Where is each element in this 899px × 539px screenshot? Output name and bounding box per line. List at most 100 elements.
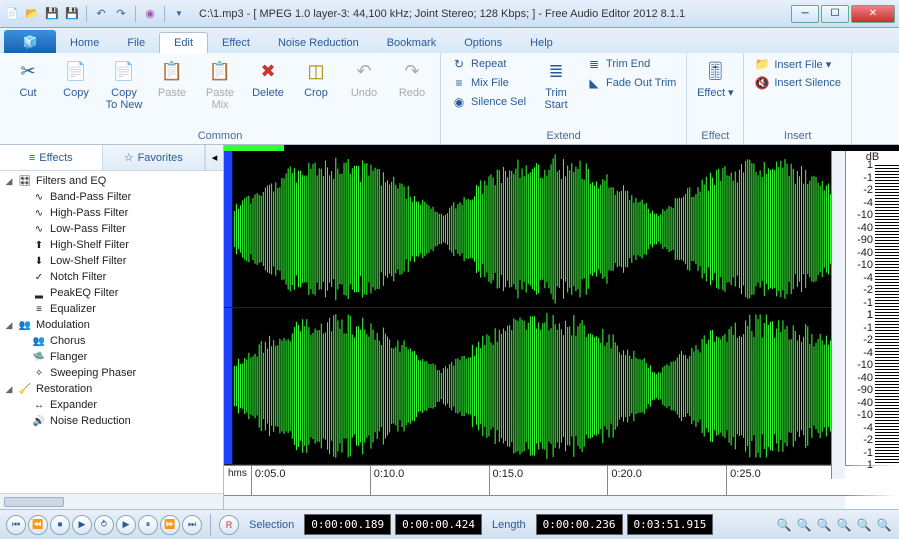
tree-item-equalizer[interactable]: ≡Equalizer: [2, 301, 221, 317]
tree-category-filters-and-eq[interactable]: ◢🎛Filters and EQ: [2, 173, 221, 189]
ffwd-button[interactable]: ⏩: [160, 515, 180, 535]
db-label: 1: [848, 459, 873, 471]
repeat-button[interactable]: ↻Repeat: [447, 55, 530, 73]
waveform-channel-left[interactable]: [224, 151, 845, 308]
zoom-v-out-button[interactable]: 🔍: [875, 516, 893, 534]
time-tick: 0:15.0: [489, 466, 608, 495]
cut-button-icon: ✂: [14, 57, 42, 85]
zoom-in-button[interactable]: 🔍: [775, 516, 793, 534]
delete-button[interactable]: ✖Delete: [246, 55, 290, 101]
sidebar-hscrollbar[interactable]: [0, 493, 223, 509]
db-label: -4: [848, 197, 873, 209]
maximize-button[interactable]: ☐: [821, 5, 849, 23]
tree-item-expander[interactable]: ↔Expander: [2, 397, 221, 413]
save-file-icon[interactable]: 💾: [44, 6, 60, 22]
redo-icon[interactable]: ↷: [113, 6, 129, 22]
tree-item-flanger[interactable]: 🛸Flanger: [2, 349, 221, 365]
menu-tab-home[interactable]: Home: [56, 33, 113, 53]
effects-tab[interactable]: ≡Effects: [0, 145, 103, 170]
copy-to-new-button[interactable]: 📄Copy To New: [102, 55, 146, 113]
insert-silence-button-label: Insert Silence: [774, 77, 841, 89]
menu-tab-edit[interactable]: Edit: [159, 32, 208, 53]
undo-icon[interactable]: ↶: [93, 6, 109, 22]
tree-item-noise-reduction[interactable]: 🔊Noise Reduction: [2, 413, 221, 429]
tree-item-sweeping-phaser[interactable]: ✧Sweeping Phaser: [2, 365, 221, 381]
pause-button[interactable]: ⏸: [138, 515, 158, 535]
tree-item-low-shelf-filter[interactable]: ⬇Low-Shelf Filter: [2, 253, 221, 269]
waveform-area[interactable]: dB 1-1-2-4-10-40-90-40-10-4-2-11 1-1-2-4…: [224, 145, 899, 509]
quick-access-toolbar: 📄 📂 💾 💾 ↶ ↷ ◉ ▼: [4, 6, 187, 22]
save-all-icon[interactable]: 💾: [64, 6, 80, 22]
tree-item-low-pass-filter[interactable]: ∿Low-Pass Filter: [2, 221, 221, 237]
start-button[interactable]: ⏮: [6, 515, 26, 535]
play-sel-button[interactable]: ▶: [116, 515, 136, 535]
rew-button[interactable]: ⏪: [28, 515, 48, 535]
db-label: -2: [848, 284, 873, 296]
stop-button[interactable]: ⏹: [50, 515, 70, 535]
collapse-icon[interactable]: ◢: [4, 384, 14, 395]
paste-button: 📋Paste: [150, 55, 194, 101]
db-label: -10: [848, 209, 873, 221]
menu-tab-bookmark[interactable]: Bookmark: [373, 33, 451, 53]
waveform-hscrollbar[interactable]: [224, 495, 899, 509]
record-button[interactable]: R: [219, 515, 239, 535]
waveform-vscrollbar[interactable]: [831, 151, 845, 479]
insert-file-button[interactable]: 📁Insert File ▾: [750, 55, 845, 73]
minimize-button[interactable]: ─: [791, 5, 819, 23]
menu-tab-help[interactable]: Help: [516, 33, 567, 53]
db-label: -1: [848, 172, 873, 184]
open-file-icon[interactable]: 📂: [24, 6, 40, 22]
menu-tab-options[interactable]: Options: [450, 33, 516, 53]
favorites-tab[interactable]: ☆Favorites: [103, 145, 206, 170]
tree-item-notch-filter[interactable]: ✓Notch Filter: [2, 269, 221, 285]
play-loop-button[interactable]: ⥁: [94, 515, 114, 535]
paste-button-label: Paste: [158, 87, 186, 99]
fade-out-trim-button-label: Fade Out Trim: [606, 77, 676, 89]
cut-button[interactable]: ✂Cut: [6, 55, 50, 101]
insert-silence-button[interactable]: 🔇Insert Silence: [750, 74, 845, 92]
silence-sel-button[interactable]: ◉Silence Sel: [447, 93, 530, 111]
effects-tree[interactable]: ◢🎛Filters and EQ∿Band-Pass Filter∿High-P…: [0, 171, 223, 493]
crop-button[interactable]: ◫Crop: [294, 55, 338, 101]
db-label: 1: [848, 309, 873, 321]
tree-category-restoration[interactable]: ◢🧹Restoration: [2, 381, 221, 397]
effect-button[interactable]: 🎚Effect ▾: [693, 55, 737, 101]
dropdown-icon[interactable]: ▼: [171, 6, 187, 22]
trim-end-button[interactable]: ≣Trim End: [582, 55, 680, 73]
undo-button: ↶Undo: [342, 55, 386, 101]
tree-item-band-pass-filter[interactable]: ∿Band-Pass Filter: [2, 189, 221, 205]
menu-tab-file[interactable]: File: [113, 33, 159, 53]
collapse-icon[interactable]: ◢: [4, 320, 14, 331]
trim-start-button[interactable]: ≣Trim Start: [534, 55, 578, 113]
zoom-sel-button[interactable]: 🔍: [815, 516, 833, 534]
new-file-icon[interactable]: 📄: [4, 6, 20, 22]
collapse-sidebar-button[interactable]: ◂: [205, 145, 223, 170]
zoom-v-in-button[interactable]: 🔍: [855, 516, 873, 534]
ribbon-group-title: Common: [6, 129, 434, 144]
cd-icon[interactable]: ◉: [142, 6, 158, 22]
waveform-channel-right[interactable]: [224, 308, 845, 465]
close-button[interactable]: ✕: [851, 5, 895, 23]
copy-to-new-button-icon: 📄: [110, 57, 138, 85]
tree-item-high-pass-filter[interactable]: ∿High-Pass Filter: [2, 205, 221, 221]
tree-item-peakeq-filter[interactable]: ▂PeakEQ Filter: [2, 285, 221, 301]
mix-file-button[interactable]: ≡Mix File: [447, 74, 530, 92]
collapse-icon[interactable]: ◢: [4, 176, 14, 187]
tree-item-high-shelf-filter[interactable]: ⬆High-Shelf Filter: [2, 237, 221, 253]
tree-category-modulation[interactable]: ◢👥Modulation: [2, 317, 221, 333]
menu-tab-noise-reduction[interactable]: Noise Reduction: [264, 33, 373, 53]
zoom-full-button[interactable]: 🔍: [835, 516, 853, 534]
zoom-out-button[interactable]: 🔍: [795, 516, 813, 534]
copy-button[interactable]: 📄Copy: [54, 55, 98, 101]
db-label: -90: [848, 384, 873, 396]
time-ruler[interactable]: hms 0:05.00:10.00:15.00:20.00:25.0: [224, 465, 899, 495]
window-title: C:\1.mp3 - [ MPEG 1.0 layer-3: 44,100 kH…: [199, 8, 791, 20]
fade-out-trim-button[interactable]: ◣Fade Out Trim: [582, 74, 680, 92]
app-button[interactable]: 🧊: [4, 30, 56, 53]
time-tick: 0:10.0: [370, 466, 489, 495]
tree-item-chorus[interactable]: 👥Chorus: [2, 333, 221, 349]
end-button[interactable]: ⏭: [182, 515, 202, 535]
menu-tab-effect[interactable]: Effect: [208, 33, 264, 53]
crop-button-label: Crop: [304, 87, 328, 99]
play-button[interactable]: ▶: [72, 515, 92, 535]
